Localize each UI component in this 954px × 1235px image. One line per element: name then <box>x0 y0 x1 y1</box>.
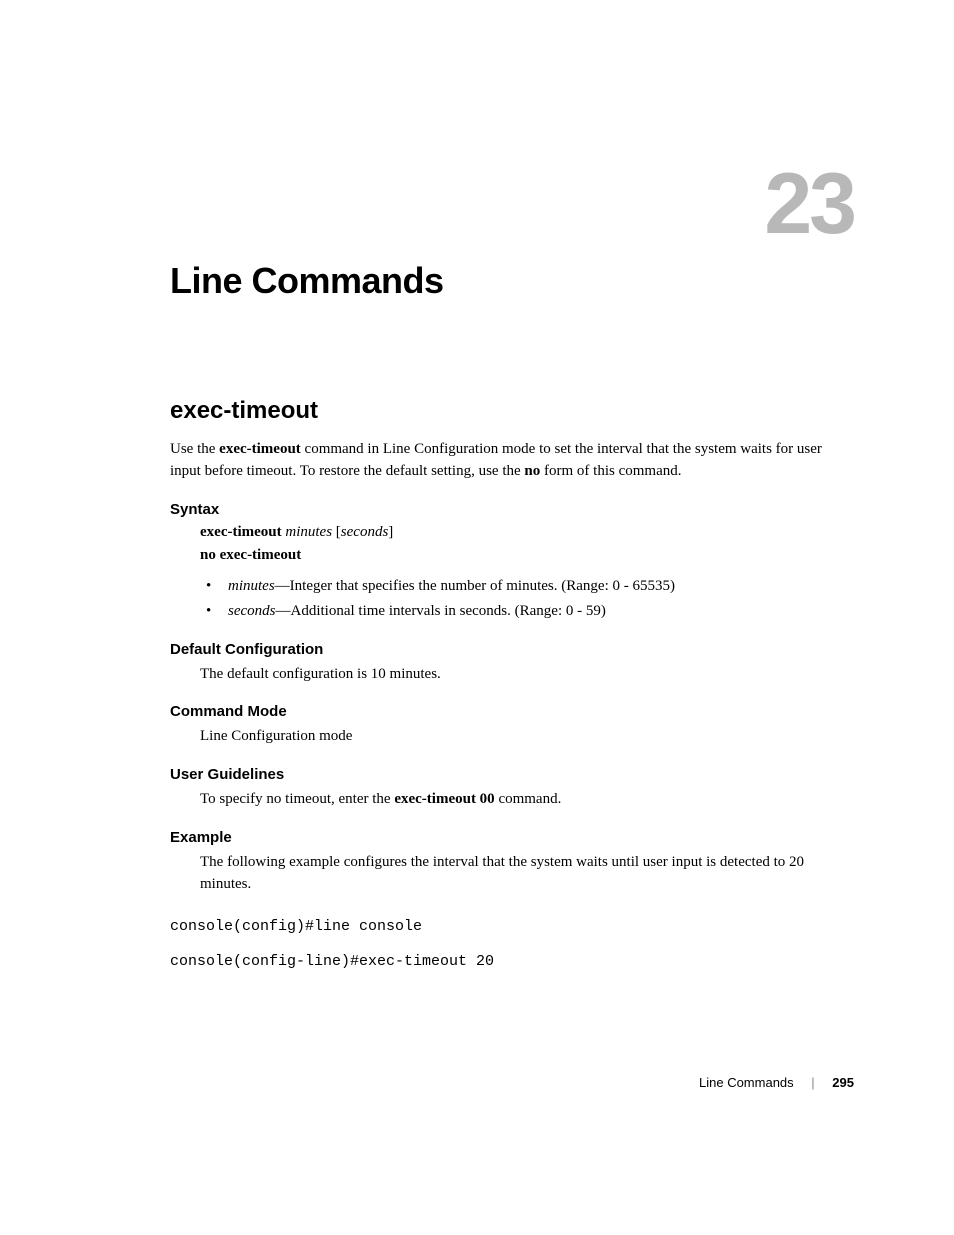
page-footer: Line Commands | 295 <box>699 1075 854 1090</box>
footer-section-name: Line Commands <box>699 1075 794 1090</box>
syntax-arg-2: seconds <box>341 524 389 540</box>
syntax-line-1: exec-timeout minutes [seconds] <box>200 524 854 541</box>
code-line-1: console(config)#line console <box>170 913 854 942</box>
default-config-heading: Default Configuration <box>170 641 854 658</box>
footer-page-number: 295 <box>832 1075 854 1090</box>
example-section: Example The following example configures… <box>170 829 854 977</box>
syntax-bracket-open: [ <box>332 524 341 540</box>
footer-separator: | <box>811 1075 814 1090</box>
syntax-cmd: exec-timeout <box>200 524 282 540</box>
user-guidelines-section: User Guidelines To specify no timeout, e… <box>170 766 854 811</box>
example-heading: Example <box>170 829 854 846</box>
code-line-2: console(config-line)#exec-timeout 20 <box>170 948 854 977</box>
list-item: minutes—Integer that specifies the numbe… <box>200 574 854 600</box>
command-mode-text: Line Configuration mode <box>200 726 854 748</box>
default-config-section: Default Configuration The default config… <box>170 641 854 686</box>
default-config-text: The default configuration is 10 minutes. <box>200 664 854 686</box>
section-intro: Use the exec-timeout command in Line Con… <box>170 439 854 483</box>
chapter-title: Line Commands <box>170 260 854 302</box>
intro-text-1: Use the <box>170 441 219 457</box>
bullet-term: minutes <box>228 578 275 594</box>
chapter-number: 23 <box>764 155 854 254</box>
syntax-bracket-close: ] <box>388 524 393 540</box>
guidelines-text-1: To specify no timeout, enter the <box>200 791 394 807</box>
syntax-arg-1: minutes <box>285 524 332 540</box>
user-guidelines-text: To specify no timeout, enter the exec-ti… <box>200 789 854 811</box>
bullet-desc: —Integer that specifies the number of mi… <box>275 578 675 594</box>
command-mode-section: Command Mode Line Configuration mode <box>170 703 854 748</box>
page-container: 23 Line Commands exec-timeout Use the ex… <box>0 0 954 1235</box>
syntax-bullets: minutes—Integer that specifies the numbe… <box>200 574 854 625</box>
section-title: exec-timeout <box>170 397 854 425</box>
guidelines-cmd: exec-timeout 00 <box>394 791 494 807</box>
example-text: The following example configures the int… <box>200 852 854 896</box>
guidelines-text-2: command. <box>495 791 562 807</box>
intro-cmd-2: no <box>524 463 540 479</box>
syntax-heading: Syntax <box>170 501 854 518</box>
list-item: seconds—Additional time intervals in sec… <box>200 599 854 625</box>
syntax-section: Syntax exec-timeout minutes [seconds] no… <box>170 501 854 625</box>
intro-text-3: form of this command. <box>540 463 681 479</box>
syntax-line-2: no exec-timeout <box>200 547 854 564</box>
bullet-term: seconds <box>228 603 276 619</box>
command-mode-heading: Command Mode <box>170 703 854 720</box>
bullet-desc: —Additional time intervals in seconds. (… <box>276 603 606 619</box>
intro-cmd-1: exec-timeout <box>219 441 301 457</box>
user-guidelines-heading: User Guidelines <box>170 766 854 783</box>
